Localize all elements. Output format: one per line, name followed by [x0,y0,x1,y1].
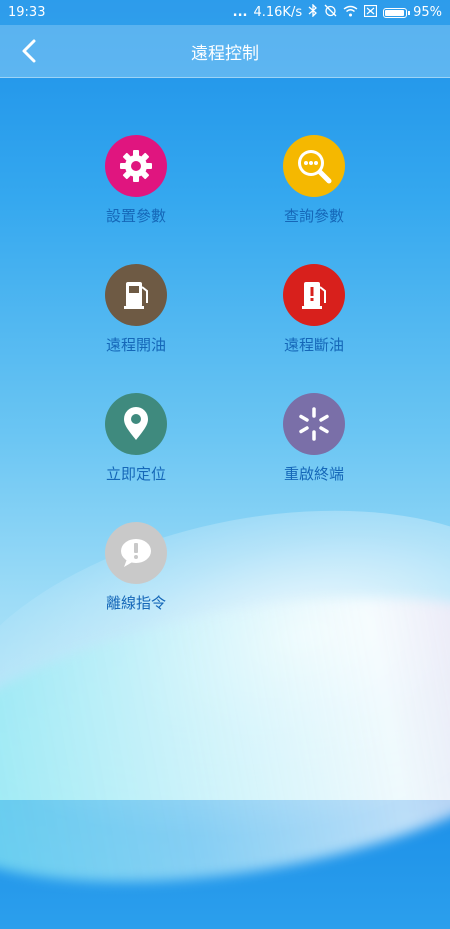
chat-alert-icon [121,539,151,567]
battery-percent: 95% [413,5,442,20]
query-params-button[interactable]: 查詢參數 [254,135,374,226]
offline-command-button[interactable]: 離線指令 [76,522,196,613]
nav-bar: 遠程控制 [0,25,450,78]
offline-command-label: 離線指令 [105,594,166,612]
alarm-off-icon [324,4,337,21]
status-bar: 19:33 ... 4.16K/s 95% [0,0,450,25]
remote-fuel-on-label: 遠程開油 [105,336,166,354]
fuel-pump-icon [124,282,148,309]
remote-fuel-on-icon-circle [105,264,167,326]
bluetooth-icon [308,3,318,21]
restart-burst-icon [299,407,329,441]
offline-command-icon-circle [105,522,167,584]
fuel-pump-alert-icon [302,282,326,309]
wifi-icon [343,5,358,21]
set-params-icon-circle [105,135,167,197]
status-right: ... 4.16K/s 95% [232,3,442,21]
page-title: 遠程控制 [191,43,259,64]
status-time: 19:33 [8,5,46,20]
back-button[interactable] [14,35,46,67]
remote-fuel-off-button[interactable]: 遠程斷油 [254,264,374,355]
restart-terminal-icon-circle [283,393,345,455]
chevron-left-icon [22,39,36,63]
locate-now-icon-circle [105,393,167,455]
restart-terminal-button[interactable]: 重啟終端 [254,393,374,484]
battery-icon [383,7,411,18]
search-dots-icon [298,150,332,184]
locate-now-button[interactable]: 立即定位 [76,393,196,484]
remote-fuel-off-icon-circle [283,264,345,326]
restart-terminal-label: 重啟終端 [283,465,344,483]
battery-fill [385,9,404,16]
no-sim-icon [363,4,378,21]
gear-icon [120,150,152,182]
status-dots: ... [232,5,248,20]
remote-fuel-off-label: 遠程斷油 [283,336,344,354]
query-params-label: 查詢參數 [283,207,344,225]
set-params-button[interactable]: 設置參數 [76,135,196,226]
set-params-label: 設置參數 [105,207,166,225]
locate-now-label: 立即定位 [105,465,166,483]
status-speed: 4.16K/s [253,5,303,20]
remote-fuel-on-button[interactable]: 遠程開油 [76,264,196,355]
location-pin-icon [124,407,148,440]
query-params-icon-circle [283,135,345,197]
